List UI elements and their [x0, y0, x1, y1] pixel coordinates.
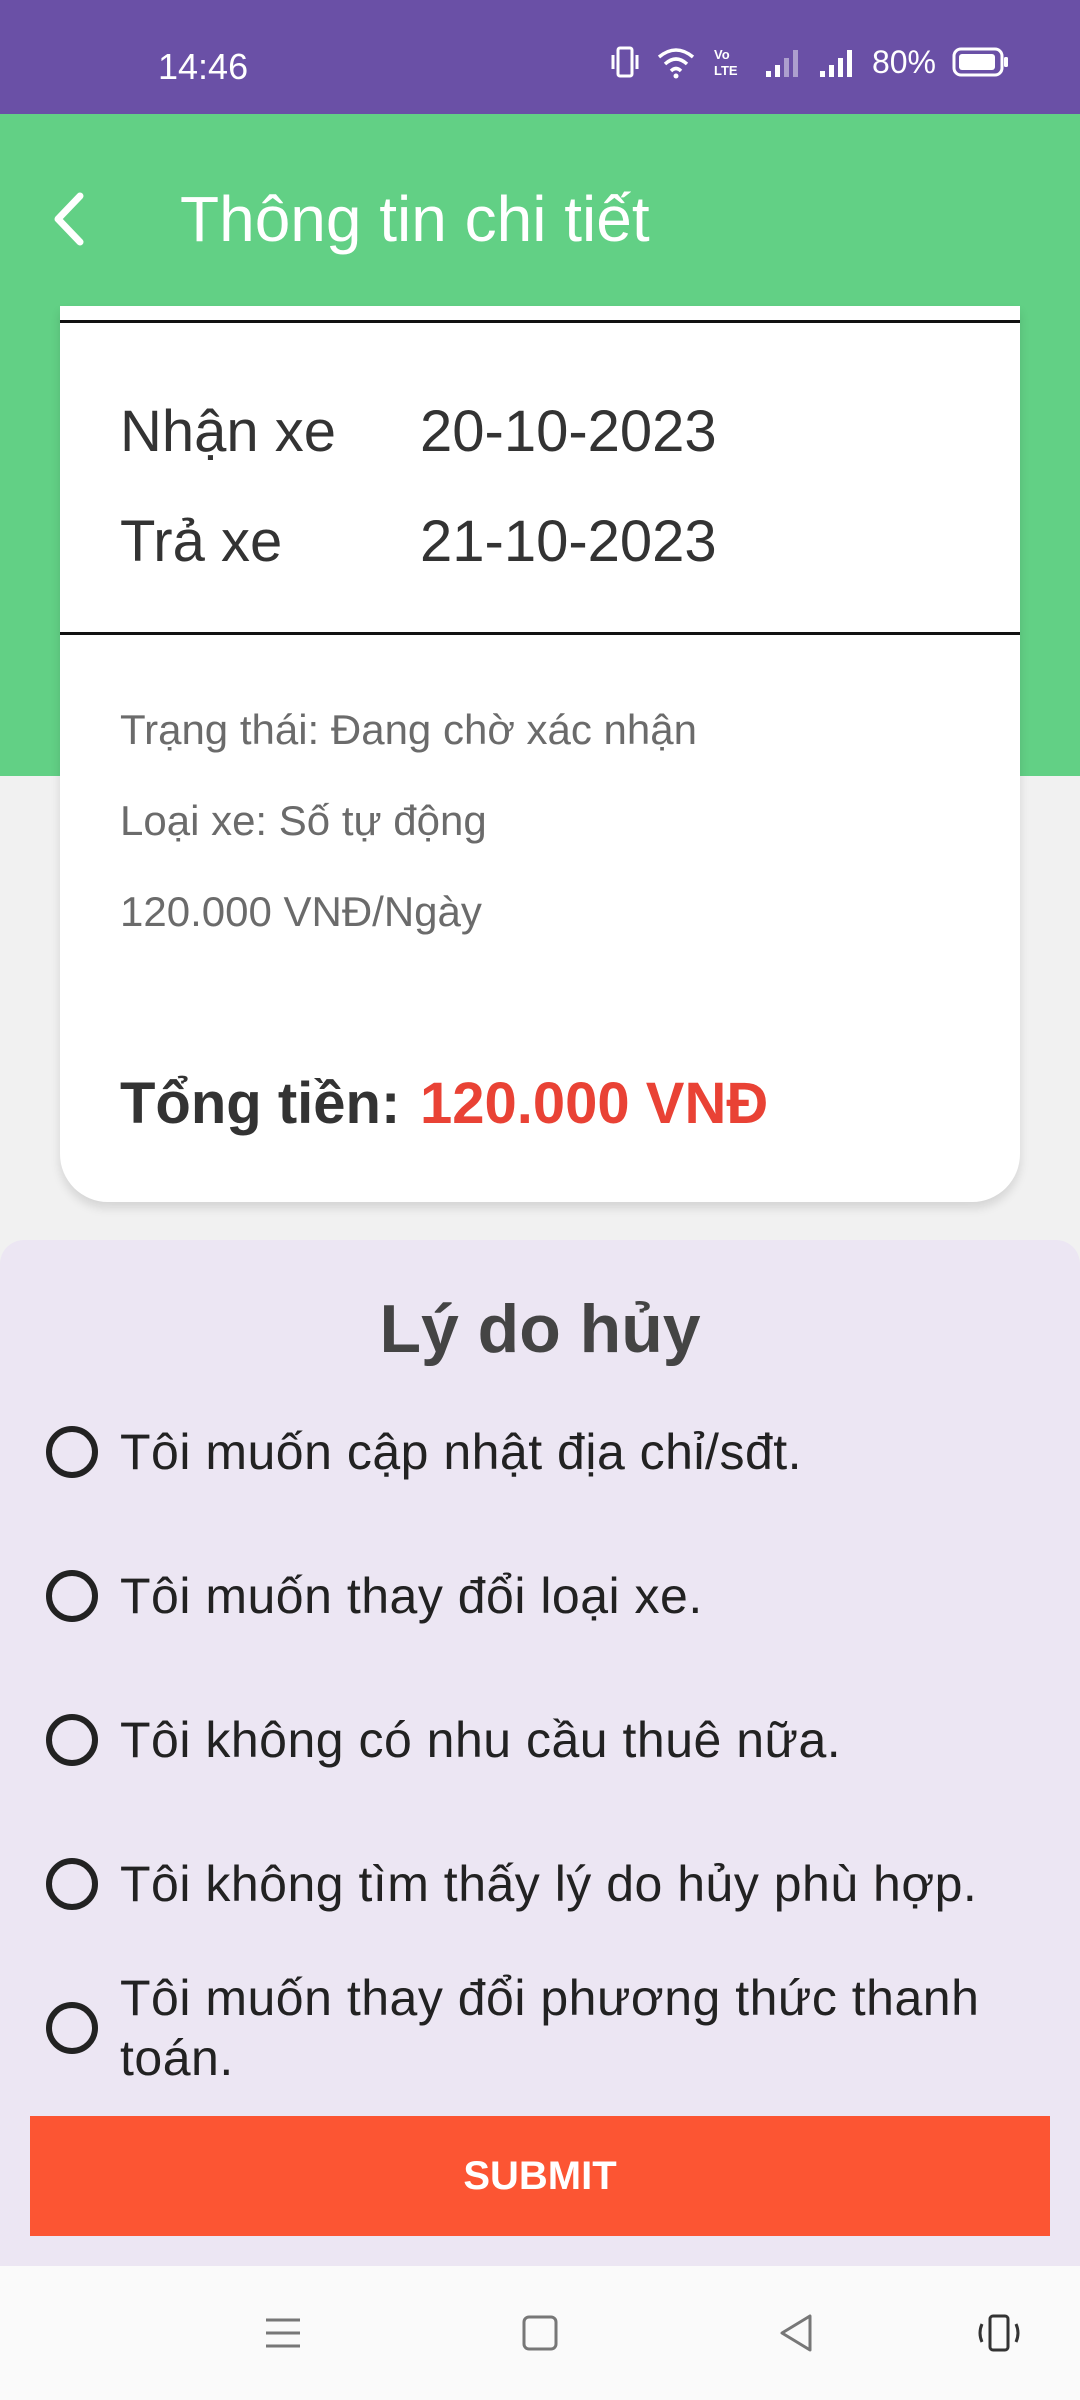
navigation-bar: [0, 2266, 1080, 2400]
volte-icon: Vo LTE: [714, 47, 738, 78]
radio-button[interactable]: [46, 1570, 98, 1622]
daily-price: 120.000 VNĐ/Ngày: [120, 888, 482, 935]
pickup-label: Nhận xe: [120, 399, 337, 464]
home-icon[interactable]: [515, 2308, 565, 2358]
cancel-option-label: Tôi muốn cập nhật địa chỉ/sđt.: [120, 1424, 803, 1480]
submit-button[interactable]: SUBMIT: [30, 2116, 1050, 2236]
booking-card: Nhận xe 20-10-2023 Trả xe 21-10-2023 Trạ…: [60, 306, 1020, 1202]
rotate-icon[interactable]: [974, 2308, 1024, 2358]
page-title: Thông tin chi tiết: [180, 183, 650, 255]
cancel-option[interactable]: Tôi không có nhu cầu thuê nữa.: [46, 1710, 1036, 1770]
car-type: Loại xe: Số tự động: [120, 797, 487, 844]
total-label: Tổng tiền:: [120, 1071, 401, 1136]
total-value: 120.000 VNĐ: [420, 1071, 769, 1136]
cancel-option-label: Tôi không có nhu cầu thuê nữa.: [120, 1712, 842, 1768]
status-bar: 14:46 Vo LTE 80%: [0, 0, 1080, 114]
cancel-option-label: Tôi muốn thay đổi loại xe.: [120, 1568, 703, 1624]
divider: [60, 320, 1020, 323]
return-date: 21-10-2023: [420, 509, 717, 574]
return-label: Trả xe: [120, 509, 283, 574]
back-button[interactable]: [40, 174, 96, 264]
menu-icon[interactable]: [258, 2308, 308, 2358]
wifi-icon: [657, 48, 695, 79]
booking-status: Trạng thái: Đang chờ xác nhận: [120, 706, 697, 753]
radio-button[interactable]: [46, 1714, 98, 1766]
cancel-option-label: Tôi muốn thay đổi phương thức thanh toán…: [120, 1970, 980, 2086]
vibrate-icon: [611, 46, 639, 78]
cancel-option[interactable]: Tôi không tìm thấy lý do hủy phù hợp.: [46, 1854, 1036, 1914]
signal-icon: [819, 50, 852, 77]
svg-text:LTE: LTE: [714, 63, 738, 78]
divider: [60, 632, 1020, 635]
battery-icon: [952, 47, 1008, 77]
pickup-date: 20-10-2023: [420, 399, 717, 464]
cancel-option[interactable]: Tôi muốn thay đổi phương thức thanh toán…: [46, 1968, 1036, 2088]
chevron-left-icon: [54, 192, 84, 246]
radio-button[interactable]: [46, 2002, 98, 2054]
radio-button[interactable]: [46, 1858, 98, 1910]
svg-text:Vo: Vo: [714, 47, 730, 62]
cancel-heading: Lý do hủy: [379, 1291, 701, 1367]
cancel-option[interactable]: Tôi muốn cập nhật địa chỉ/sđt.: [46, 1422, 1036, 1482]
battery-percent: 80%: [871, 43, 936, 80]
radio-button[interactable]: [46, 1426, 98, 1478]
back-icon[interactable]: [772, 2308, 822, 2358]
cancel-reason-sheet: Lý do hủy Tôi muốn cập nhật địa chỉ/sđt.…: [0, 1240, 1080, 2266]
status-time: 14:46: [158, 46, 249, 87]
cancel-option-label: Tôi không tìm thấy lý do hủy phù hợp.: [120, 1856, 978, 1912]
status-icons: Vo LTE 80%: [610, 40, 1010, 84]
cancel-option[interactable]: Tôi muốn thay đổi loại xe.: [46, 1566, 1036, 1626]
signal-icon: [765, 50, 798, 77]
